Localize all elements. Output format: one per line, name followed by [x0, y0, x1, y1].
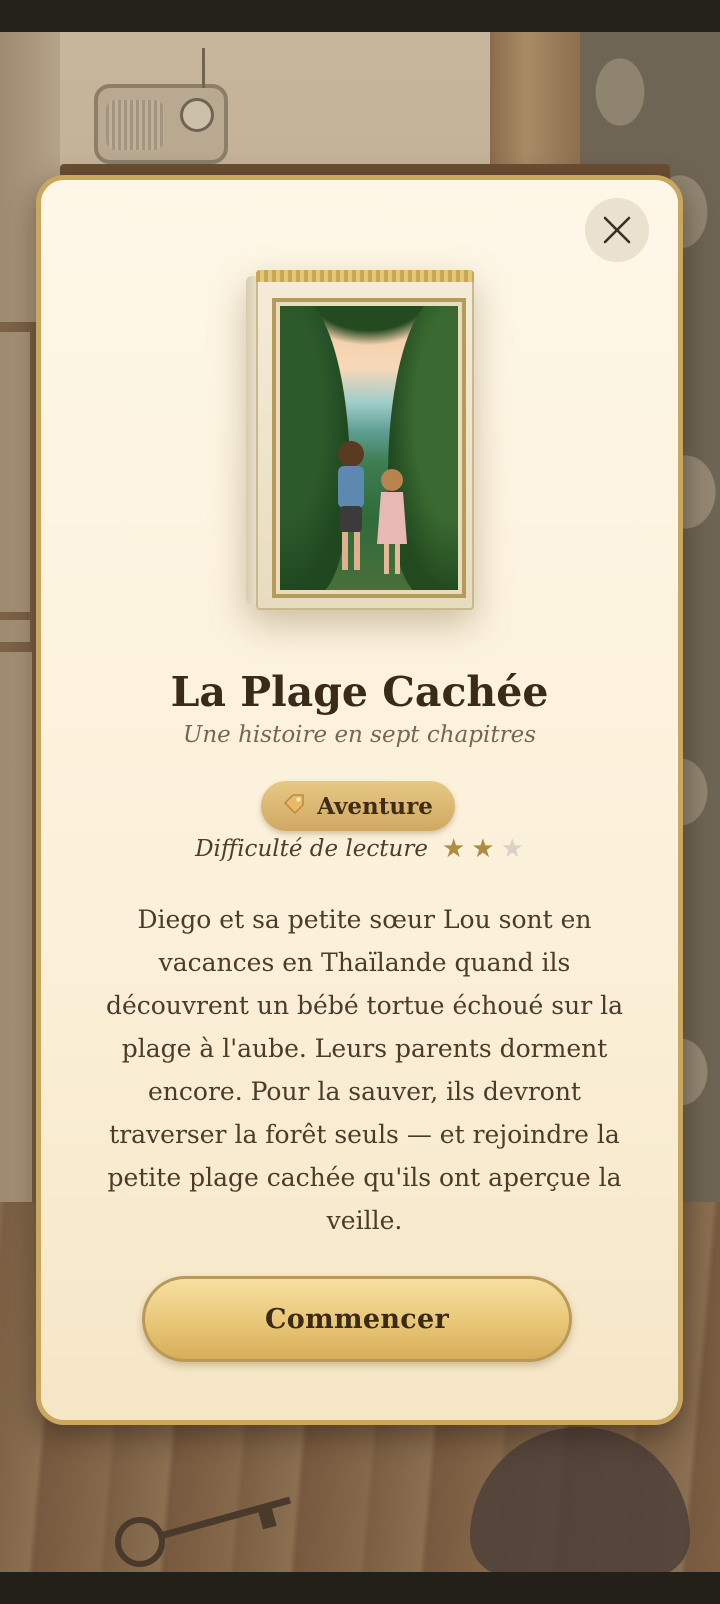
- close-icon: [603, 216, 631, 244]
- window-frame: [0, 322, 40, 652]
- window-frame: [0, 612, 40, 1212]
- star-icon: ★: [441, 834, 466, 864]
- book-cover: [246, 270, 474, 610]
- key-illustration: [115, 1496, 291, 1567]
- story-title: La Plage Cachée: [170, 668, 549, 716]
- reading-difficulty: Difficulté de lecture ★ ★ ★: [41, 836, 678, 862]
- radio-illustration: [94, 48, 228, 164]
- star-icon: ★: [500, 834, 524, 864]
- story-description: Diego et sa petite sœur Lou sont en vaca…: [105, 905, 624, 1235]
- navigation-bar: [0, 1572, 720, 1604]
- cover-illustration: [280, 306, 458, 590]
- tag-icon: [283, 793, 305, 820]
- start-button[interactable]: Commencer: [142, 1276, 572, 1362]
- genre-badge: Aventure: [261, 781, 455, 831]
- story-subtitle: Une histoire en sept chapitres: [182, 722, 537, 748]
- difficulty-label: Difficulté de lecture: [195, 836, 428, 862]
- status-bar: [0, 0, 720, 32]
- genre-label: Aventure: [317, 792, 433, 820]
- story-detail-dialog: La Plage Cachée Une histoire en sept cha…: [36, 175, 683, 1425]
- start-button-label: Commencer: [265, 1303, 449, 1335]
- difficulty-stars: ★ ★ ★: [442, 836, 524, 862]
- star-icon: ★: [471, 834, 495, 864]
- close-button[interactable]: [585, 198, 649, 262]
